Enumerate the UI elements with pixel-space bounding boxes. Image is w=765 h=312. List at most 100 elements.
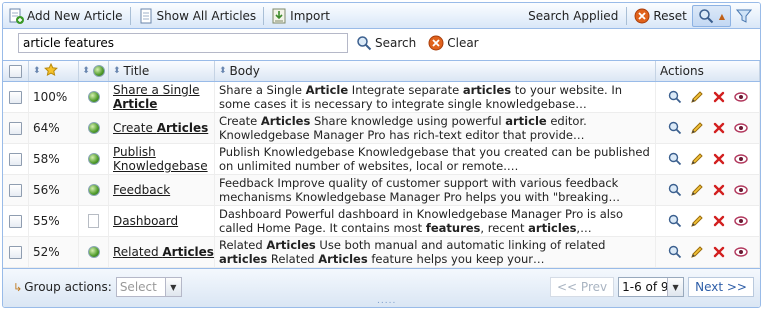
edit-icon[interactable] [690, 152, 704, 166]
toolbar-right: Search Applied Reset ▲ [522, 3, 760, 29]
row-checkbox[interactable] [9, 245, 22, 259]
relevance-cell: 64% [29, 113, 79, 143]
preview-icon[interactable] [668, 183, 682, 197]
delete-icon[interactable] [712, 245, 726, 259]
row-checkbox[interactable] [9, 152, 22, 166]
article-title-link[interactable]: Related Articles [113, 245, 214, 259]
row-select-cell[interactable] [3, 113, 29, 143]
next-page-button[interactable]: Next >> [688, 277, 754, 297]
select-all-header[interactable] [3, 61, 29, 81]
article-title-link[interactable]: Publish Knowledgebase [113, 145, 214, 173]
article-title-link[interactable]: Share a Single Article [113, 83, 214, 111]
title-cell: Related Articles [109, 237, 215, 267]
clear-button-label: Clear [447, 36, 479, 50]
relevance-cell: 55% [29, 206, 79, 236]
globe-icon [92, 65, 105, 77]
edit-icon[interactable] [690, 183, 704, 197]
row-checkbox[interactable] [9, 90, 22, 104]
search-toggle-button[interactable]: ▲ [691, 5, 731, 27]
table-row[interactable]: 55% Dashboard Dashboard Powerful dashboard… [3, 206, 760, 237]
import-button[interactable]: Import [266, 5, 335, 27]
row-checkbox[interactable] [9, 183, 22, 197]
delete-icon[interactable] [712, 121, 726, 135]
row-select-cell[interactable] [3, 175, 29, 205]
table-row[interactable]: 100% Share a Single Article Share a Single… [3, 82, 760, 113]
type-cell [79, 113, 109, 143]
filter-button[interactable] [731, 5, 760, 27]
actions-header-label: Actions [660, 64, 704, 78]
delete-icon[interactable] [712, 152, 726, 166]
resize-handle[interactable]: ..... [377, 296, 396, 306]
article-body-text: Create Articles Share knowledge using po… [219, 114, 587, 142]
delete-icon[interactable] [712, 214, 726, 228]
view-icon[interactable] [733, 121, 748, 135]
row-select-cell[interactable] [3, 82, 29, 112]
edit-icon[interactable] [690, 90, 704, 104]
preview-icon[interactable] [668, 121, 682, 135]
show-all-articles-button[interactable]: Show All Articles [133, 5, 262, 27]
relevance-value: 52% [33, 245, 60, 259]
articles-panel: Add New Article Show All Articles Import… [2, 2, 761, 308]
table-row[interactable]: 56% Feedback Feedback Improve quality of c… [3, 175, 760, 206]
chevron-down-icon[interactable]: ▼ [164, 278, 181, 296]
edit-icon[interactable] [690, 214, 704, 228]
edit-icon[interactable] [690, 121, 704, 135]
article-title-link[interactable]: Feedback [113, 183, 170, 197]
relevance-header[interactable]: ⬍ [29, 61, 79, 81]
article-title-link[interactable]: Dashboard [113, 214, 178, 228]
preview-icon[interactable] [668, 245, 682, 259]
pager: << Prev 1-6 of 9 ▼ Next >> [550, 277, 754, 297]
view-icon[interactable] [733, 152, 748, 166]
article-body-text: Share a Single Article Integrate separat… [219, 83, 623, 111]
select-all-checkbox[interactable] [9, 64, 22, 78]
group-actions: ↳ Group actions: Select ▼ [13, 277, 182, 297]
row-checkbox[interactable] [9, 214, 22, 228]
body-cell: Dashboard Powerful dashboard in Knowledg… [215, 206, 656, 236]
search-button-label: Search [375, 36, 417, 50]
delete-icon[interactable] [712, 183, 726, 197]
type-header[interactable]: ⬍ [79, 61, 109, 81]
sort-arrows-icon: ⬍ [113, 66, 121, 76]
search-input[interactable] [18, 33, 348, 53]
preview-icon[interactable] [668, 90, 682, 104]
group-actions-select-value: Select [119, 280, 157, 294]
preview-icon[interactable] [668, 214, 682, 228]
page-select[interactable]: 1-6 of 9 ▼ [618, 277, 685, 297]
row-select-cell[interactable] [3, 237, 29, 267]
magnifier-icon [356, 35, 372, 51]
grid-header: ⬍ ⬍ ⬍ Title ⬍ Body Actions [3, 60, 760, 82]
row-select-cell[interactable] [3, 206, 29, 236]
sort-arrows-icon: ⬍ [33, 66, 41, 76]
title-cell: Publish Knowledgebase [109, 144, 215, 174]
add-document-icon [8, 8, 24, 24]
clear-icon [428, 35, 444, 51]
add-new-article-button[interactable]: Add New Article [3, 5, 128, 27]
relevance-value: 55% [33, 214, 60, 228]
chevron-down-icon[interactable]: ▼ [667, 278, 684, 296]
delete-icon[interactable] [712, 90, 726, 104]
row-checkbox[interactable] [9, 121, 22, 135]
clear-button[interactable]: Clear [424, 32, 482, 54]
view-icon[interactable] [733, 245, 748, 259]
view-icon[interactable] [733, 214, 748, 228]
row-select-cell[interactable] [3, 144, 29, 174]
article-body-text: Related Articles Use both manual and aut… [219, 238, 606, 266]
preview-icon[interactable] [668, 152, 682, 166]
magnifier-icon [698, 8, 714, 24]
article-body-text: Publish Knowledgebase Knowledgebase that… [219, 145, 650, 173]
search-button[interactable]: Search [352, 32, 420, 54]
edit-icon[interactable] [690, 245, 704, 259]
article-title-link[interactable]: Create Articles [113, 121, 208, 135]
globe-icon [87, 184, 100, 196]
body-header[interactable]: ⬍ Body [215, 61, 656, 81]
view-icon[interactable] [733, 90, 748, 104]
view-icon[interactable] [733, 183, 748, 197]
page-select-value: 1-6 of 9 [622, 280, 669, 294]
table-row[interactable]: 64% Create Articles Create Articles Share … [3, 113, 760, 144]
prev-page-button[interactable]: << Prev [550, 277, 615, 297]
reset-button[interactable]: Reset [629, 5, 692, 27]
group-actions-select[interactable]: Select ▼ [115, 277, 182, 297]
table-row[interactable]: 58% Publish Knowledgebase Publish Knowledg… [3, 144, 760, 175]
table-row[interactable]: 52% Related Articles Related Articles Use … [3, 237, 760, 268]
title-header[interactable]: ⬍ Title [109, 61, 215, 81]
